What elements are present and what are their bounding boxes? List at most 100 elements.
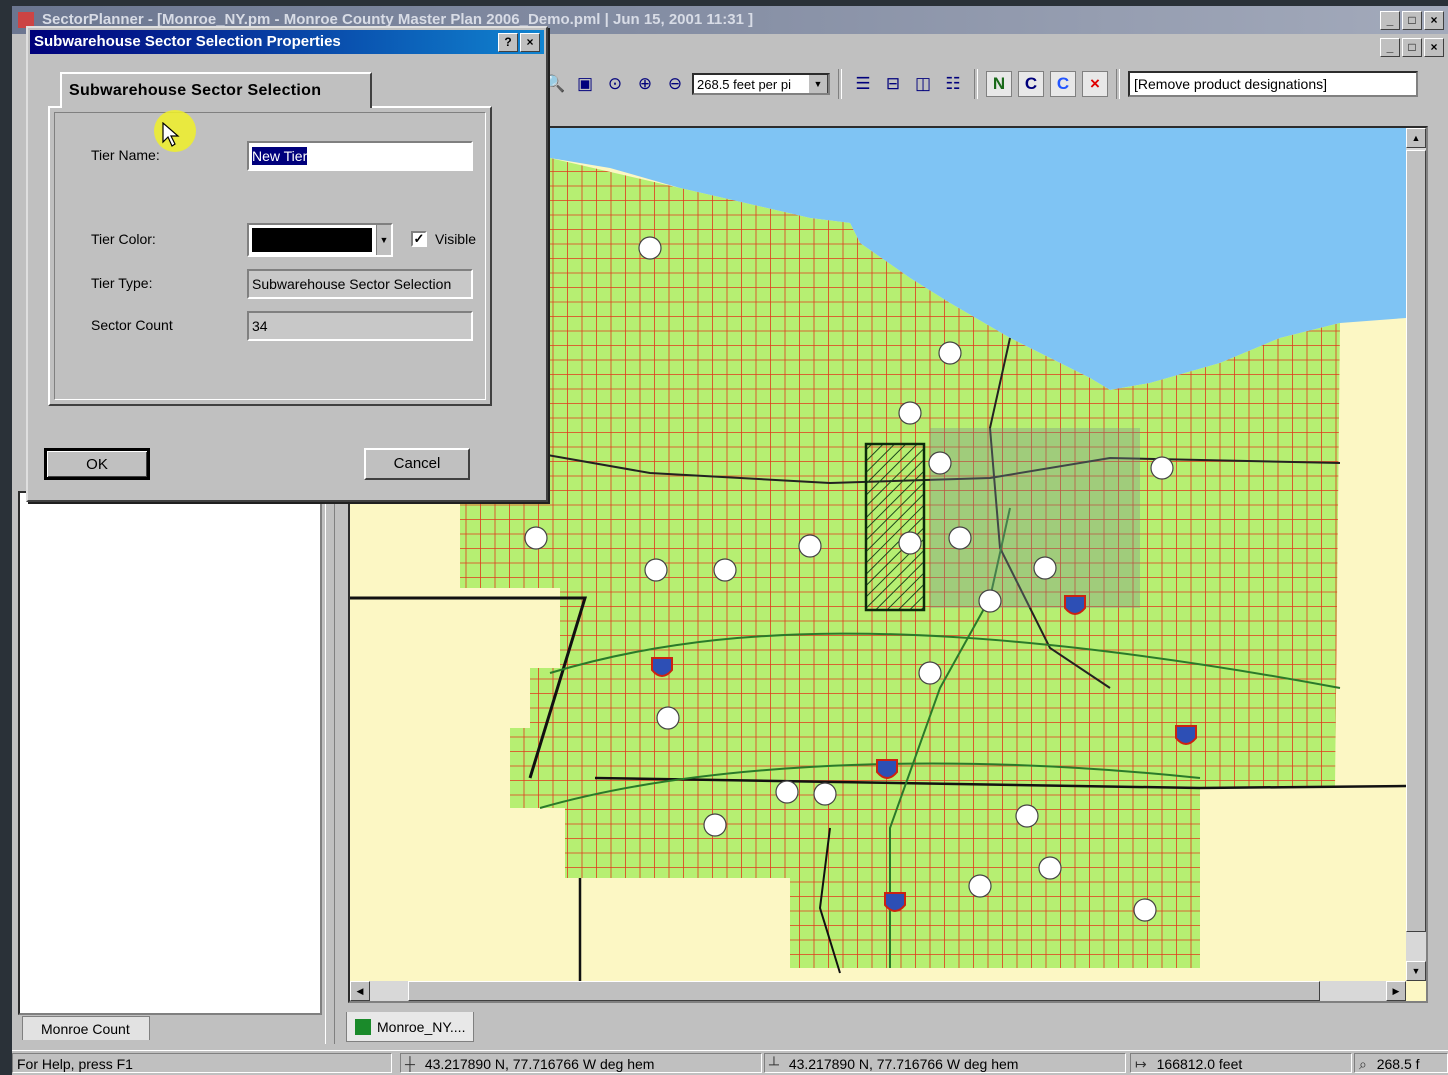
route-marker-icon bbox=[968, 874, 992, 898]
scroll-left-icon[interactable]: ◀ bbox=[350, 981, 370, 1001]
toolbar-separator bbox=[838, 69, 842, 99]
vertical-scrollbar[interactable]: ▲ ▼ bbox=[1406, 128, 1426, 981]
cancel-button[interactable]: Cancel bbox=[364, 448, 470, 480]
circle-blue-tool-icon[interactable]: C bbox=[1050, 71, 1076, 97]
tier-color-picker[interactable]: ▼ bbox=[247, 223, 393, 257]
tier-color-label: Tier Color: bbox=[91, 231, 156, 247]
vertical-scroll-thumb[interactable] bbox=[1406, 150, 1426, 932]
tool-palette: N C C × bbox=[986, 71, 1108, 97]
route-marker-icon bbox=[1033, 556, 1057, 580]
route-marker-icon bbox=[813, 782, 837, 806]
tier-name-input[interactable]: New Tier bbox=[247, 141, 473, 171]
route-marker-icon bbox=[656, 706, 680, 730]
route-marker-icon bbox=[703, 813, 727, 837]
dialog-close-button[interactable]: × bbox=[520, 33, 540, 52]
anchor-icon: ┴ bbox=[769, 1056, 779, 1072]
route-marker-icon bbox=[798, 534, 822, 558]
route-marker-icon bbox=[638, 236, 662, 260]
status-zoom: ⌕ 268.5 f bbox=[1354, 1053, 1448, 1073]
ok-button[interactable]: OK bbox=[44, 448, 150, 480]
route-marker-icon bbox=[948, 526, 972, 550]
layer-tree-panel[interactable] bbox=[18, 491, 322, 1015]
close-button[interactable]: × bbox=[1424, 11, 1444, 30]
map-tab-label: Monroe_NY.... bbox=[377, 1019, 466, 1035]
route-marker-icon bbox=[928, 451, 952, 475]
sector-count-label: Sector Count bbox=[91, 317, 173, 333]
toolbar-separator bbox=[1116, 69, 1120, 99]
status-distance: ↦ 166812.0 feet bbox=[1130, 1053, 1352, 1073]
left-panel-tab[interactable]: Monroe Count bbox=[22, 1016, 150, 1040]
dialog-title: Subwarehouse Sector Selection Properties bbox=[34, 33, 341, 50]
zoom-out-icon[interactable]: ⊖ bbox=[662, 71, 688, 97]
tier-type-label: Tier Type: bbox=[91, 275, 153, 291]
layers-icon[interactable]: ☰ bbox=[850, 71, 876, 97]
distance-text: 166812.0 feet bbox=[1156, 1056, 1243, 1072]
tier-name-label: Tier Name: bbox=[91, 147, 160, 163]
horizontal-split-icon[interactable]: ⊟ bbox=[880, 71, 906, 97]
scroll-down-icon[interactable]: ▼ bbox=[1406, 961, 1426, 981]
sector-count-field: 34 bbox=[247, 311, 473, 341]
route-marker-icon bbox=[1133, 898, 1157, 922]
zoom-in-icon[interactable]: ⊕ bbox=[632, 71, 658, 97]
scale-combo[interactable]: 268.5 feet per pi ▼ bbox=[692, 73, 830, 95]
horizontal-scrollbar[interactable]: ◀ ▶ bbox=[350, 981, 1406, 1001]
tier-name-value: New Tier bbox=[252, 147, 308, 165]
status-cursor-coords: ┼ 43.217890 N, 77.716766 W deg hem bbox=[400, 1053, 762, 1073]
tab-panel: Tier Name: New Tier Tier Color: ▼ ✓ Visi… bbox=[48, 106, 492, 406]
crosshair-icon: ┼ bbox=[405, 1056, 415, 1072]
chevron-down-icon[interactable]: ▼ bbox=[808, 75, 828, 93]
interstate-shield-icon bbox=[884, 892, 906, 912]
mdi-restore-button[interactable]: □ bbox=[1402, 38, 1422, 57]
minimize-button[interactable]: _ bbox=[1380, 11, 1400, 30]
route-marker-icon bbox=[1150, 456, 1174, 480]
route-marker-icon bbox=[938, 341, 962, 365]
route-marker-icon bbox=[713, 558, 737, 582]
toolbar-separator bbox=[974, 69, 978, 99]
properties-dialog: Subwarehouse Sector Selection Properties… bbox=[26, 26, 548, 502]
tab-subwarehouse-sector-selection[interactable]: Subwarehouse Sector Selection bbox=[60, 72, 372, 108]
status-help: For Help, press F1 bbox=[12, 1053, 392, 1073]
scroll-right-icon[interactable]: ▶ bbox=[1386, 981, 1406, 1001]
north-tool-icon[interactable]: N bbox=[986, 71, 1012, 97]
mdi-close-button[interactable]: × bbox=[1424, 38, 1444, 57]
mouse-pointer-icon bbox=[162, 122, 180, 147]
interstate-shield-icon bbox=[1175, 725, 1197, 745]
tier-type-field: Subwarehouse Sector Selection bbox=[247, 269, 473, 299]
app-window-buttons: _ □ × bbox=[1380, 11, 1444, 30]
cursor-coords-text: 43.217890 N, 77.716766 W deg hem bbox=[424, 1056, 655, 1072]
visible-checkbox[interactable]: ✓ bbox=[411, 231, 427, 247]
dialog-title-buttons: ? × bbox=[498, 33, 540, 52]
vertical-split-icon[interactable]: ◫ bbox=[910, 71, 936, 97]
chevron-down-icon[interactable]: ▼ bbox=[376, 225, 391, 255]
selected-sector-block bbox=[864, 442, 926, 612]
route-marker-icon bbox=[898, 531, 922, 555]
mdi-minimize-button[interactable]: _ bbox=[1380, 38, 1400, 57]
anchor-coords-text: 43.217890 N, 77.716766 W deg hem bbox=[788, 1056, 1019, 1072]
circle-tool-icon[interactable]: C bbox=[1018, 71, 1044, 97]
ruler-icon: ↦ bbox=[1135, 1056, 1147, 1072]
route-marker-icon bbox=[524, 526, 548, 550]
tree-icon[interactable]: ☷ bbox=[940, 71, 966, 97]
dialog-titlebar[interactable]: Subwarehouse Sector Selection Properties… bbox=[30, 30, 544, 54]
route-marker-icon bbox=[775, 780, 799, 804]
tier-color-swatch bbox=[252, 228, 372, 252]
remove-tool-icon[interactable]: × bbox=[1082, 71, 1108, 97]
status-anchor-coords: ┴ 43.217890 N, 77.716766 W deg hem bbox=[764, 1053, 1126, 1073]
horizontal-scroll-thumb[interactable] bbox=[408, 981, 1320, 1001]
help-button[interactable]: ? bbox=[498, 33, 518, 52]
scroll-up-icon[interactable]: ▲ bbox=[1406, 128, 1426, 148]
map-document-icon bbox=[355, 1019, 371, 1035]
mdi-window-buttons: _ □ × bbox=[1380, 38, 1444, 57]
zoom-extents-icon[interactable]: ⊙ bbox=[602, 71, 628, 97]
zoom-window-icon[interactable]: ▣ bbox=[572, 71, 598, 97]
interstate-shield-icon bbox=[1064, 595, 1086, 615]
product-designations-combo[interactable]: [Remove product designations] bbox=[1128, 71, 1418, 97]
restore-button[interactable]: □ bbox=[1402, 11, 1422, 30]
route-marker-icon bbox=[978, 589, 1002, 613]
status-bar: For Help, press F1 ┼ 43.217890 N, 77.716… bbox=[12, 1050, 1448, 1075]
map-document-tab[interactable]: Monroe_NY.... bbox=[346, 1012, 474, 1042]
magnifier-icon: ⌕ bbox=[1359, 1056, 1367, 1072]
map-toolbar: 🔍 ▣ ⊙ ⊕ ⊖ 268.5 feet per pi ▼ ☰ ⊟ ◫ ☷ N … bbox=[542, 64, 1448, 104]
route-marker-icon bbox=[1015, 804, 1039, 828]
urban-area bbox=[930, 428, 1140, 608]
